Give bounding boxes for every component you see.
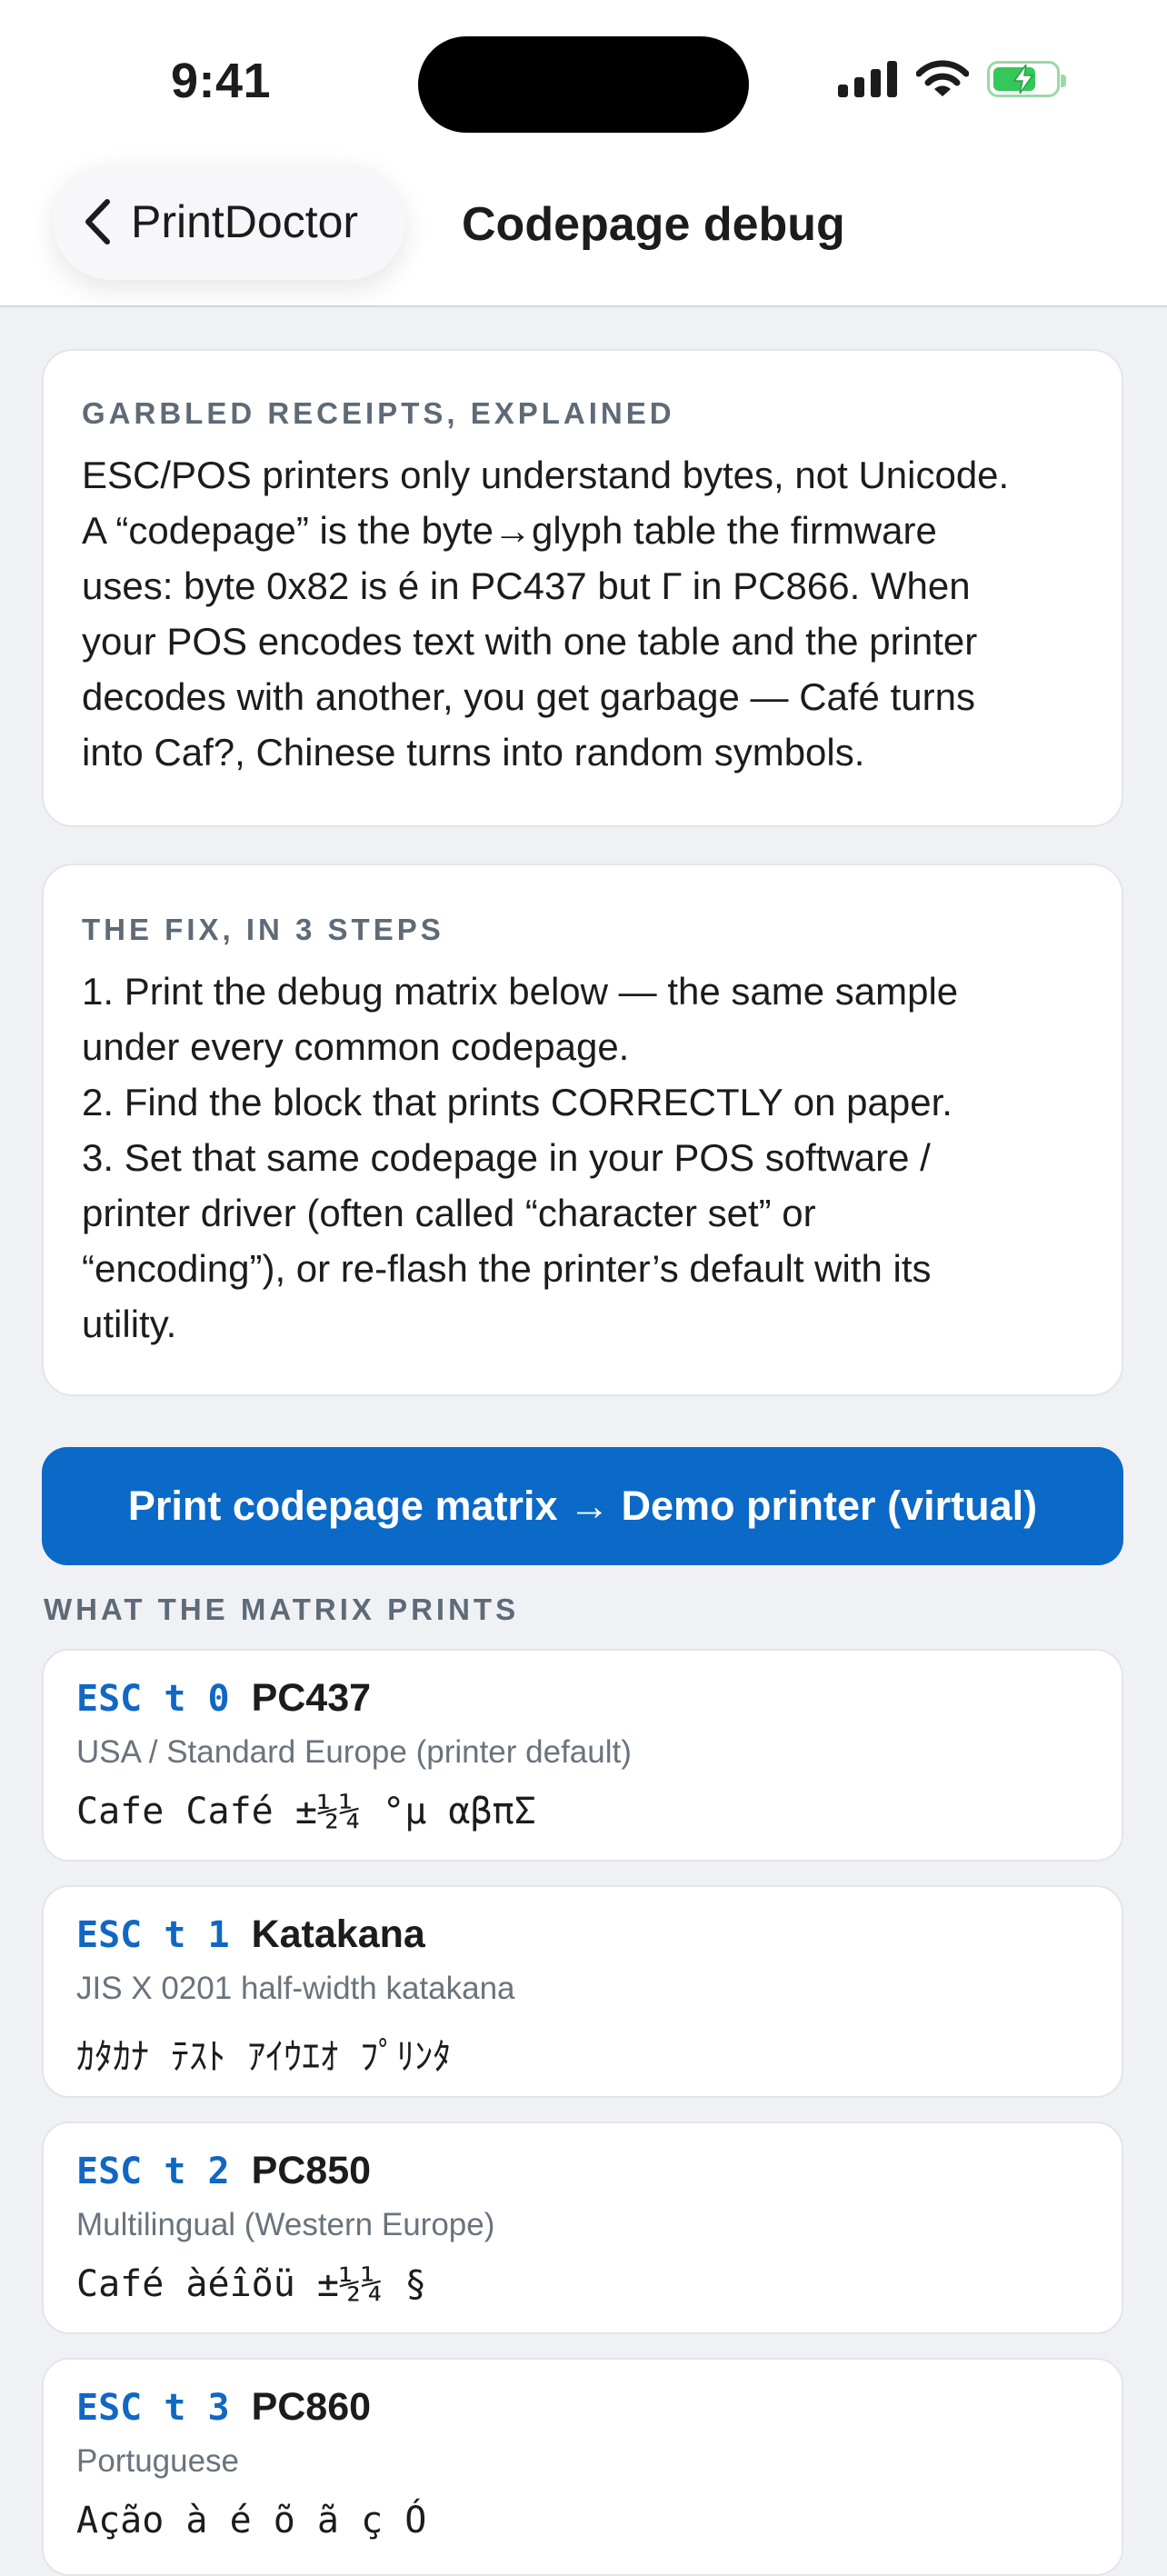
explain-card-heading: GARBLED RECEIPTS, EXPLAINED (82, 396, 675, 430)
codepage-name: PC850 (251, 2149, 372, 2192)
back-button[interactable]: PrintDoctor (53, 164, 406, 280)
print-matrix-button[interactable]: Print codepage matrix → Demo printer (vi… (42, 1447, 1123, 1565)
explain-line: decodes with another, you get garbage — … (82, 675, 975, 718)
codepage-sample: Cafe Café ±½¼ °µ αβπΣ (76, 1791, 536, 1832)
battery-charging-icon (987, 61, 1066, 97)
explain-line: A “codepage” is the byte→glyph table the… (82, 509, 937, 552)
fix-line: “encoding”), or re-flash the printer’s d… (82, 1247, 932, 1290)
back-button-label: PrintDoctor (131, 196, 359, 247)
fix-line: printer driver (often called “character … (82, 1192, 816, 1234)
fix-card-body: 1. Print the debug matrix below — the sa… (82, 964, 1083, 1352)
codepage-card-katakana: ESC t 1 Katakana JIS X 0201 half-width k… (42, 1885, 1123, 2098)
codepage-description: JIS X 0201 half-width katakana (76, 1971, 515, 2006)
explain-line: ESC/POS printers only understand bytes, … (82, 454, 1010, 496)
navigation-bar: PrintDoctor Codepage debug (0, 164, 1167, 307)
codepage-command: ESC t 3 (76, 2387, 230, 2429)
explain-card-body: ESC/POS printers only understand bytes, … (82, 447, 1083, 780)
explain-line: into Caf?, Chinese turns into random sym… (82, 731, 865, 774)
fix-line: 3. Set that same codepage in your POS so… (82, 1136, 931, 1179)
codepage-command: ESC t 2 (76, 2151, 230, 2192)
fix-line: utility. (82, 1303, 177, 1345)
explain-card: GARBLED RECEIPTS, EXPLAINED ESC/POS prin… (42, 349, 1123, 827)
codepage-description: Multilingual (Western Europe) (76, 2207, 495, 2242)
fix-line: 1. Print the debug matrix below — the sa… (82, 970, 959, 1013)
chevron-left-icon (85, 199, 110, 245)
codepage-command: ESC t 0 (76, 1678, 230, 1720)
fix-card-heading: THE FIX, IN 3 STEPS (82, 913, 444, 946)
status-bar: 9:41 (0, 0, 1167, 164)
codepage-sample: ｶﾀｶﾅ ﾃｽﾄ ｱｲｳｴｵ ﾌﾟﾘﾝﾀ (76, 2036, 452, 2078)
codepage-card-pc860: ESC t 3 PC860 Portuguese Ação à é õ ã ç … (42, 2358, 1123, 2576)
status-icons (838, 60, 1066, 98)
cellular-signal-icon (838, 61, 897, 97)
codepage-description: USA / Standard Europe (printer default) (76, 1734, 632, 1770)
codepage-command: ESC t 1 (76, 1914, 230, 1956)
codepage-description: Portuguese (76, 2443, 240, 2479)
dynamic-island (418, 36, 749, 133)
fix-line: under every common codepage. (82, 1025, 630, 1068)
page-title: Codepage debug (462, 198, 845, 251)
explain-line: your POS encodes text with one table and… (82, 620, 978, 663)
status-time: 9:41 (171, 54, 272, 108)
fix-line: 2. Find the block that prints CORRECTLY … (82, 1081, 953, 1123)
codepage-card-pc850: ESC t 2 PC850 Multilingual (Western Euro… (42, 2122, 1123, 2334)
codepage-name: PC437 (251, 1676, 372, 1720)
codepage-name: PC860 (251, 2385, 372, 2429)
fix-card: THE FIX, IN 3 STEPS 1. Print the debug m… (42, 864, 1123, 1396)
codepage-sample: Café àéîõü ±½¼ § (76, 2263, 427, 2305)
codepage-sample: Ação à é õ ã ç Ó (76, 2500, 427, 2541)
explain-line: uses: byte 0x82 is é in PC437 but Г in P… (82, 564, 971, 607)
wifi-icon (916, 60, 969, 96)
codepage-card-pc437: ESC t 0 PC437 USA / Standard Europe (pri… (42, 1649, 1123, 1862)
codepage-name: Katakana (251, 1912, 425, 1956)
matrix-heading: WHAT THE MATRIX PRINTS (44, 1593, 520, 1626)
